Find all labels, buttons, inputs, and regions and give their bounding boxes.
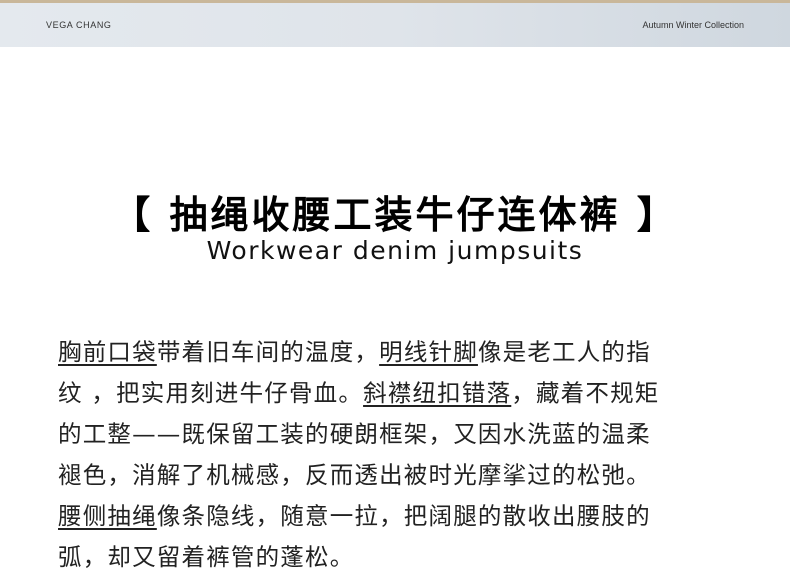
description-text: 胸前口袋带着旧车间的温度，明线针脚像是老工人的指 纹 ，把实用刻进牛仔骨血。斜襟… [58,332,738,578]
text-segment: 像是老工人的指 [477,338,651,366]
text-segment: 弧，却又留着裤管的蓬松。 [58,543,355,571]
text-line: 胸前口袋带着旧车间的温度，明线针脚像是老工人的指 [58,332,738,373]
text-line: 褪色，消解了机械感，反而透出被时光摩挲过的松弛。 [58,455,738,496]
highlight-topstitching: 明线针脚 [379,338,478,366]
text-segment: ，藏着不规矩 [511,379,660,407]
highlight-waist-drawstring: 腰侧抽绳 [58,502,157,530]
page-title: 【 抽绳收腰工装牛仔连体裤 】 [112,193,678,237]
brand-name: VEGA CHANG [46,20,112,30]
text-line: 纹 ，把实用刻进牛仔骨血。斜襟纽扣错落，藏着不规矩 [58,373,738,414]
text-segment: 褪色，消解了机械感，反而透出被时光摩挲过的松弛。 [58,461,651,489]
text-segment: 像条隐线，随意一拉，把阔腿的散收出腰肢的 [156,502,651,530]
text-line: 腰侧抽绳像条隐线，随意一拉，把阔腿的散收出腰肢的 [58,496,738,537]
page-subtitle: Workwear denim jumpsuits [206,236,584,265]
highlight-diagonal-buttons: 斜襟纽扣错落 [363,379,512,407]
text-line: 弧，却又留着裤管的蓬松。 [58,537,738,578]
highlight-chest-pocket: 胸前口袋 [58,338,157,366]
text-segment: 带着旧车间的温度， [156,338,380,366]
top-banner: VEGA CHANG Autumn Winter Collection [0,0,790,47]
text-segment: 的工整——既保留工装的硬朗框架，又因水洗蓝的温柔 [58,420,651,448]
text-segment: 纹 ，把实用刻进牛仔骨血。 [58,379,364,407]
text-line: 的工整——既保留工装的硬朗框架，又因水洗蓝的温柔 [58,414,738,455]
collection-label: Autumn Winter Collection [642,20,744,30]
